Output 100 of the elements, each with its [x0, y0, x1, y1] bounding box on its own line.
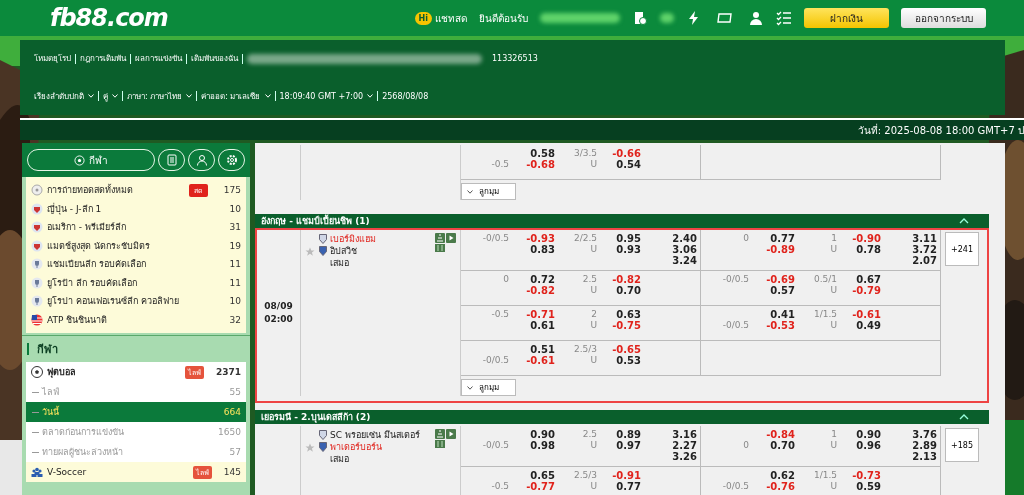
logout-button[interactable]: ออกจากระบบ: [901, 8, 986, 28]
odds-value[interactable]: 0.65: [530, 470, 555, 481]
odds-value[interactable]: 0.59: [856, 481, 881, 492]
sport-name[interactable]: V-Soccer: [47, 467, 189, 477]
odds-value[interactable]: -0.82: [526, 285, 555, 296]
odds-value[interactable]: 0.77: [616, 481, 641, 492]
odds-value[interactable]: -0.69: [766, 274, 795, 285]
odds-value[interactable]: 3.16: [672, 429, 697, 440]
odds-value[interactable]: -0.73: [852, 470, 881, 481]
odds-value[interactable]: 0.97: [616, 440, 641, 451]
nav-link[interactable]: เดิมพันของฉัน: [191, 52, 238, 66]
league-name[interactable]: ยูโรปา คอนเฟอเรนซ์ลีก ควอลิฟาย: [47, 294, 226, 309]
corners-button[interactable]: ลูกมุม: [461, 379, 516, 396]
odds-value[interactable]: 0.41: [770, 309, 795, 320]
odds-value[interactable]: -0.89: [766, 244, 795, 255]
odds-value[interactable]: -0.66: [612, 148, 641, 159]
odds-value[interactable]: -0.71: [526, 309, 555, 320]
odds-value[interactable]: 0.58: [530, 148, 555, 159]
nav-link[interactable]: โหมดยุโรป: [34, 52, 71, 66]
odds-value[interactable]: -0.61: [852, 309, 881, 320]
nav-link[interactable]: กฎการเดิมพัน: [80, 52, 126, 66]
odds-value[interactable]: -0.53: [766, 320, 795, 331]
odds-value[interactable]: 3.26: [672, 451, 697, 462]
odds-value[interactable]: 0.83: [530, 244, 555, 255]
odds-value[interactable]: 0.54: [616, 159, 641, 170]
league-name[interactable]: แชมเปียนลีก รอบคัดเลือก: [47, 257, 226, 272]
odds-value[interactable]: 0.93: [616, 244, 641, 255]
odds-value[interactable]: 0.57: [770, 285, 795, 296]
odds-value[interactable]: 0.62: [770, 470, 795, 481]
settings-dropdown[interactable]: เรียงลำดับปกติ: [34, 89, 94, 103]
odds-value[interactable]: -0.93: [526, 233, 555, 244]
collapse-icon[interactable]: [959, 218, 969, 224]
sport-filter-item[interactable]: วันนี้ 664: [26, 402, 246, 422]
stats-icon[interactable]: [435, 233, 445, 243]
odds-value[interactable]: 0.90: [856, 429, 881, 440]
odds-value[interactable]: -0.79: [852, 285, 881, 296]
play-icon[interactable]: [446, 233, 456, 243]
odds-value[interactable]: 2.07: [912, 255, 937, 266]
settings-dropdown[interactable]: 18:09:40 GMT +7:00: [279, 91, 374, 101]
odds-value[interactable]: -0.75: [612, 320, 641, 331]
star-icon[interactable]: [305, 247, 315, 257]
collapse-icon[interactable]: [959, 414, 969, 420]
league-name[interactable]: ยูโรป้า ลีก รอบคัดเลือก: [47, 275, 226, 290]
odds-value[interactable]: 0.95: [616, 233, 641, 244]
odds-value[interactable]: 0.72: [530, 274, 555, 285]
play-icon[interactable]: [446, 429, 456, 439]
odds-value[interactable]: -0.77: [526, 481, 555, 492]
odds-value[interactable]: -0.91: [612, 470, 641, 481]
live-chat-link[interactable]: แชทสด: [435, 10, 467, 26]
betslip-tab[interactable]: [158, 149, 185, 171]
odds-value[interactable]: -0.82: [612, 274, 641, 285]
more-markets-button[interactable]: +241: [945, 232, 979, 266]
odds-value[interactable]: -0.68: [526, 159, 555, 170]
odds-value[interactable]: 2.13: [912, 451, 937, 462]
odds-value[interactable]: 3.11: [912, 233, 937, 244]
odds-value[interactable]: -0.84: [766, 429, 795, 440]
logo[interactable]: fb88.com: [50, 4, 168, 32]
odds-value[interactable]: 2.40: [672, 233, 697, 244]
deposit-button[interactable]: ฝากเงิน: [804, 8, 889, 28]
sports-tab[interactable]: กีฬา: [27, 149, 155, 171]
odds-value[interactable]: 0.61: [530, 320, 555, 331]
odds-value[interactable]: -0.65: [612, 344, 641, 355]
account-tab[interactable]: [188, 149, 215, 171]
odds-value[interactable]: -0.76: [766, 481, 795, 492]
odds-value[interactable]: -0.90: [852, 233, 881, 244]
corners-button[interactable]: ลูกมุม: [461, 183, 516, 200]
odds-value[interactable]: 2.27: [672, 440, 697, 451]
user-icon[interactable]: [748, 10, 764, 26]
odds-value[interactable]: 0.49: [856, 320, 881, 331]
league-name[interactable]: แมตช์สูงสุด นัดกระชับมิตร: [47, 238, 226, 253]
league-name[interactable]: อเมริกา - พรีเมียร์ลีก: [47, 220, 226, 235]
odds-value[interactable]: 2.89: [912, 440, 937, 451]
odds-value[interactable]: 0.53: [616, 355, 641, 366]
league-name[interactable]: ญี่ปุ่น - J-ลีก 1: [47, 201, 226, 216]
league-name[interactable]: การถ่ายทอดสดทั้งหมด: [47, 183, 185, 198]
checklist-icon[interactable]: [776, 10, 792, 26]
odds-value[interactable]: 0.63: [616, 309, 641, 320]
odds-value[interactable]: 3.24: [672, 255, 697, 266]
odds-value[interactable]: 0.78: [856, 244, 881, 255]
odds-value[interactable]: 0.51: [530, 344, 555, 355]
settings-dropdown[interactable]: ค่าออด: มาเลเซีย: [201, 89, 271, 103]
nav-link[interactable]: ผลการแข่งขัน: [135, 52, 182, 66]
league-name[interactable]: ATP ชินชินนาติ: [47, 312, 226, 327]
odds-value[interactable]: 3.06: [672, 244, 697, 255]
odds-value[interactable]: 3.76: [912, 429, 937, 440]
odds-value[interactable]: 0.89: [616, 429, 641, 440]
odds-value[interactable]: 0.77: [770, 233, 795, 244]
settings-dropdown[interactable]: ภาษา: ภาษาไทย: [127, 89, 193, 103]
odds-value[interactable]: 0.98: [530, 440, 555, 451]
sport-name[interactable]: ฟุตบอล: [47, 365, 181, 379]
settings-tab[interactable]: [218, 149, 245, 171]
odds-value[interactable]: -0.61: [526, 355, 555, 366]
odds-value[interactable]: 3.72: [912, 244, 937, 255]
star-icon[interactable]: [305, 443, 315, 453]
odds-value[interactable]: 0.70: [616, 285, 641, 296]
odds-value[interactable]: 0.70: [770, 440, 795, 451]
settings-dropdown[interactable]: คู่: [103, 89, 118, 103]
odds-value[interactable]: 0.96: [856, 440, 881, 451]
stats-icon[interactable]: [435, 429, 445, 439]
more-markets-button[interactable]: +185: [945, 428, 979, 462]
